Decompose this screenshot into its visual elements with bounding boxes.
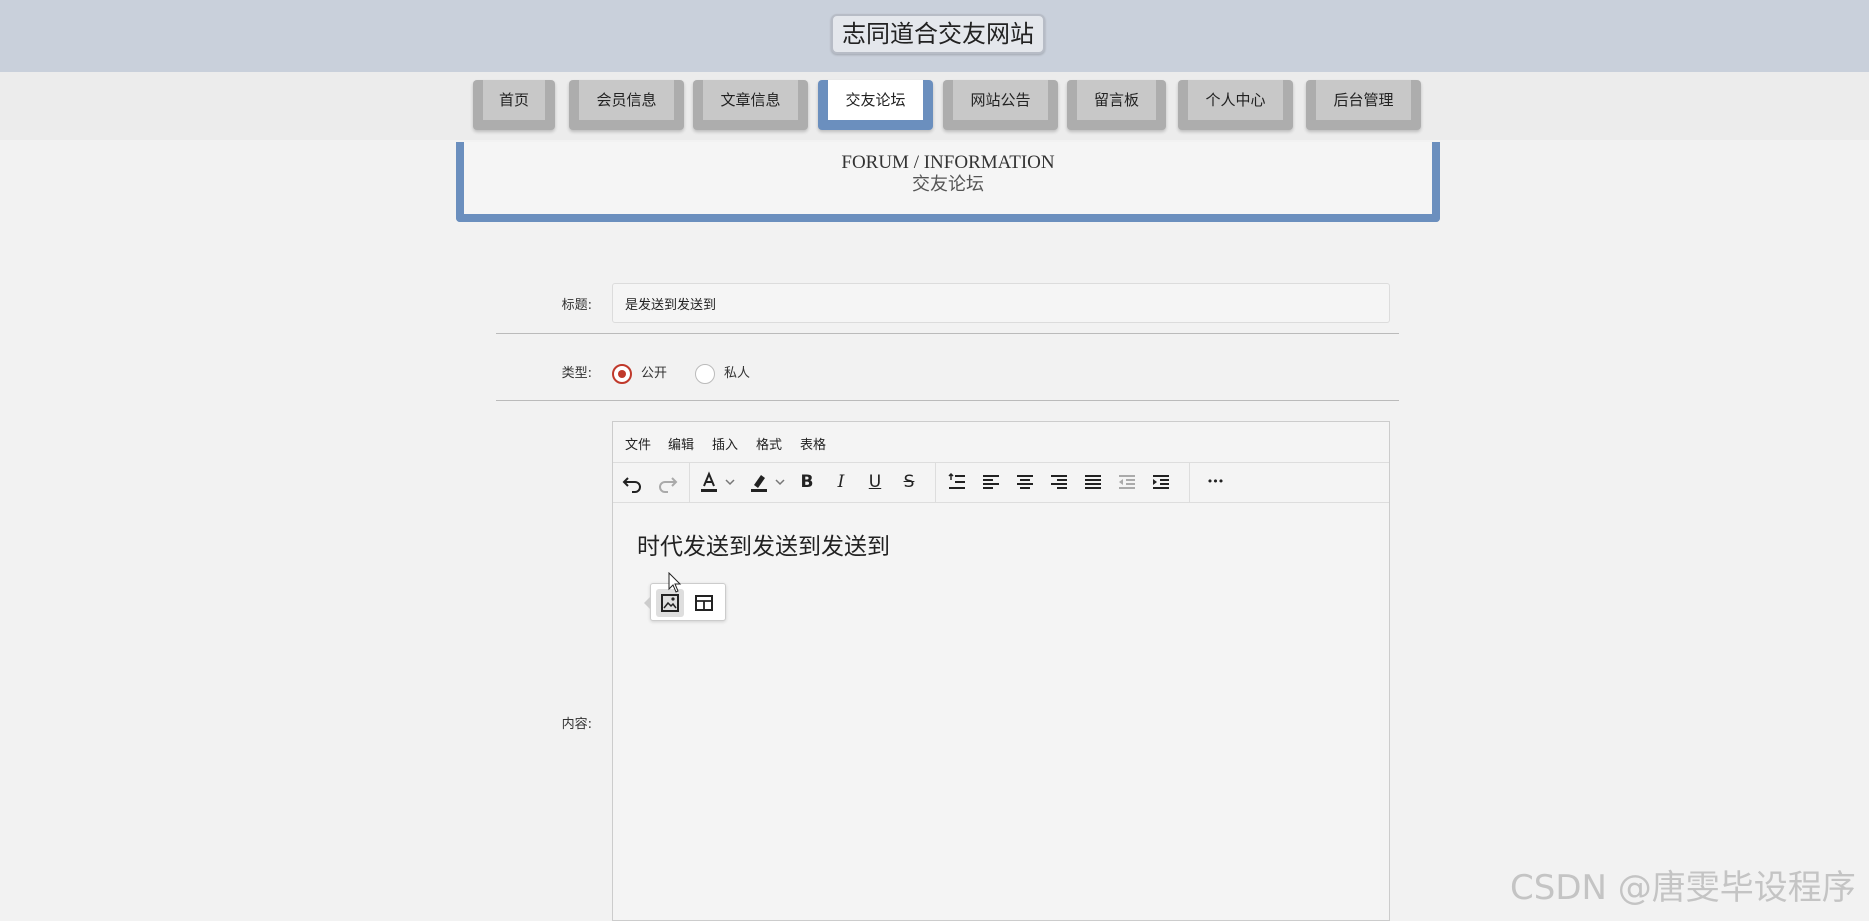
editor-content-text[interactable]: 时代发送到发送到发送到 (637, 527, 890, 561)
nav-item-admin[interactable]: 后台管理 (1306, 80, 1421, 130)
nav-item-members[interactable]: 会员信息 (569, 80, 684, 130)
highlight-color-icon[interactable] (745, 468, 773, 496)
title-label: 标题: (561, 298, 592, 313)
content-label: 内容: (561, 717, 592, 732)
nav-item-label: 留言板 (1077, 80, 1156, 120)
nav-item-label: 交友论坛 (828, 80, 923, 120)
editor-content-area[interactable]: 时代发送到发送到发送到 (613, 503, 1389, 913)
align-center-icon[interactable] (1011, 468, 1039, 496)
nav-item-label: 文章信息 (703, 80, 798, 120)
outdent-icon[interactable] (1113, 468, 1141, 496)
form-divider (496, 400, 1399, 401)
nav-item-label: 后台管理 (1316, 80, 1411, 120)
menu-edit[interactable]: 编辑 (668, 434, 694, 453)
underline-icon[interactable]: U (861, 468, 889, 496)
editor-menubar: 文件 编辑 插入 格式 表格 (613, 422, 1389, 463)
quick-insert-toolbar (644, 583, 726, 621)
align-justify-icon[interactable] (1079, 468, 1107, 496)
rich-text-editor: 文件 编辑 插入 格式 表格 B I U S ••• 时代发送到发送到发送到 (612, 421, 1390, 921)
menu-insert[interactable]: 插入 (712, 434, 738, 453)
radio-private-label[interactable]: 私人 (724, 364, 750, 384)
radio-public[interactable] (612, 364, 632, 384)
radio-private[interactable] (695, 364, 715, 384)
nav-item-articles[interactable]: 文章信息 (693, 80, 808, 130)
menu-file[interactable]: 文件 (625, 434, 651, 453)
italic-icon[interactable]: I (827, 468, 855, 496)
nav-item-label: 网站公告 (953, 80, 1048, 120)
radio-public-label[interactable]: 公开 (641, 364, 667, 384)
section-banner: FORUM / INFORMATION 交友论坛 (456, 142, 1440, 222)
table-icon[interactable] (690, 589, 718, 617)
nav-band (0, 72, 1869, 140)
undo-icon[interactable] (619, 468, 647, 496)
nav-item-label: 首页 (483, 80, 545, 120)
toolbar-separator (689, 462, 690, 502)
nav-item-guestbook[interactable]: 留言板 (1067, 80, 1166, 130)
chevron-down-icon[interactable] (773, 468, 787, 496)
strikethrough-icon[interactable]: S (895, 468, 923, 496)
site-title: 志同道合交友网站 (831, 14, 1045, 54)
mouse-cursor-icon (668, 572, 682, 593)
bold-icon[interactable]: B (793, 468, 821, 496)
menu-table[interactable]: 表格 (800, 434, 826, 453)
banner-title-cn: 交友论坛 (912, 174, 984, 195)
redo-icon[interactable] (653, 468, 681, 496)
header-bar: 志同道合交友网站 (0, 0, 1869, 72)
toolbar-separator (935, 462, 936, 502)
banner-title-en: FORUM / INFORMATION (841, 152, 1055, 173)
nav-item-home[interactable]: 首页 (473, 80, 555, 130)
form-divider (496, 333, 1399, 334)
line-height-icon[interactable] (943, 468, 971, 496)
align-right-icon[interactable] (1045, 468, 1073, 496)
nav-item-profile[interactable]: 个人中心 (1178, 80, 1293, 130)
text-color-icon[interactable] (695, 468, 723, 496)
nav-item-label: 个人中心 (1188, 80, 1283, 120)
menu-format[interactable]: 格式 (756, 434, 782, 453)
nav-item-label: 会员信息 (579, 80, 674, 120)
chevron-down-icon[interactable] (723, 468, 737, 496)
nav-item-forum[interactable]: 交友论坛 (818, 80, 933, 130)
align-left-icon[interactable] (977, 468, 1005, 496)
type-label: 类型: (561, 366, 592, 381)
nav-item-announcements[interactable]: 网站公告 (943, 80, 1058, 130)
toolbar-separator (1189, 462, 1190, 502)
watermark: CSDN @唐雯毕设程序 (1510, 868, 1856, 908)
more-icon[interactable]: ••• (1201, 468, 1229, 496)
indent-icon[interactable] (1147, 468, 1175, 496)
editor-toolbar: B I U S ••• (613, 462, 1389, 503)
title-input[interactable] (612, 283, 1390, 323)
